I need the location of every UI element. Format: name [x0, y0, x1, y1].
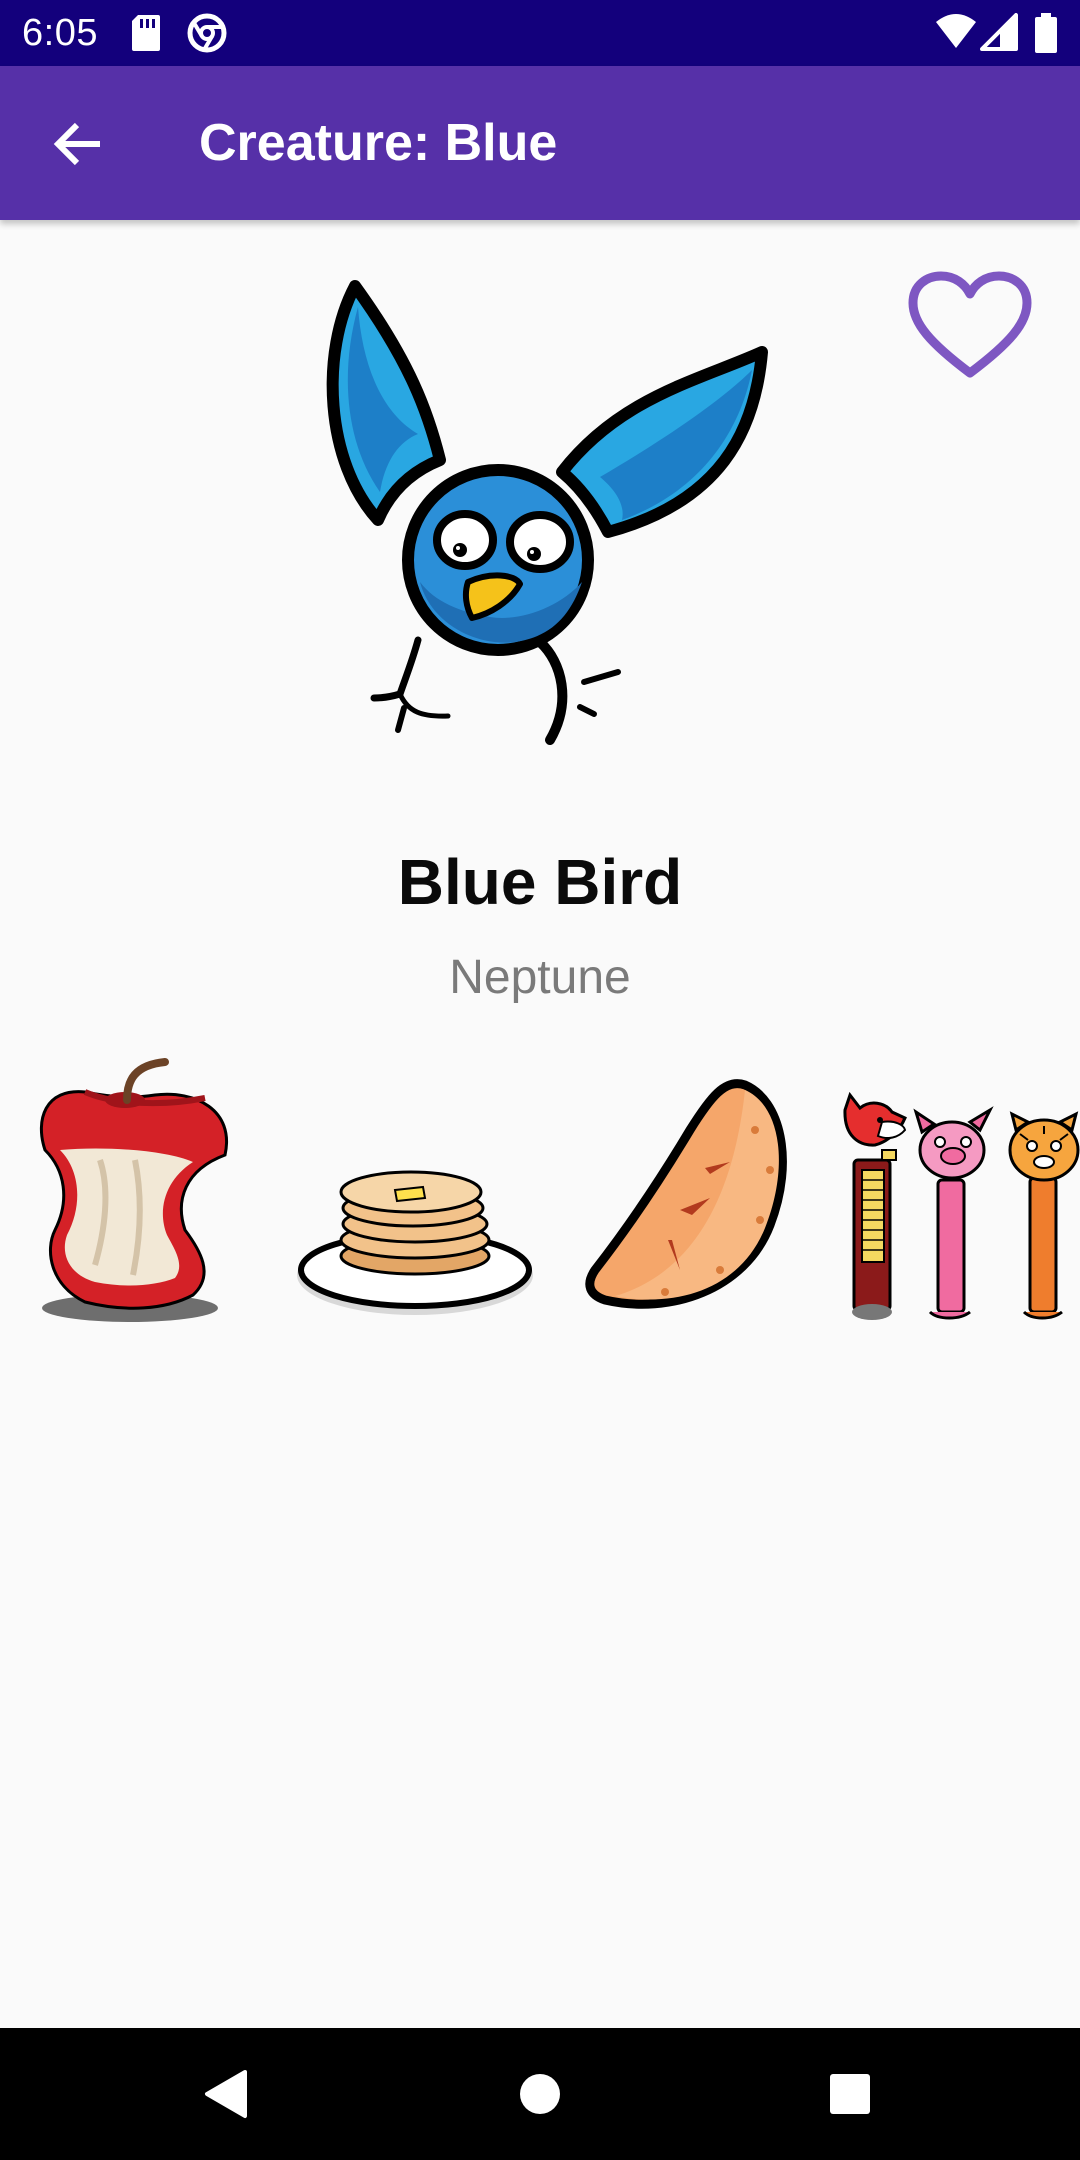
- recents-square-icon: [830, 2074, 870, 2114]
- pie-slice-icon: [585, 1079, 787, 1309]
- blue-bird-illustration: [326, 280, 768, 745]
- food-item-pie[interactable]: [580, 1050, 790, 1340]
- wifi-icon: [935, 13, 977, 56]
- app-bar: Creature: Blue: [0, 66, 1080, 220]
- system-nav-bar: [0, 2028, 1080, 2160]
- cell-signal-icon: [980, 13, 1018, 56]
- food-item-candy-dispensers[interactable]: [830, 1050, 1080, 1340]
- candy-dispensers-icon: [843, 1091, 1080, 1320]
- back-triangle-icon: [205, 2070, 247, 2118]
- favorite-button[interactable]: [905, 268, 1035, 388]
- status-bar: 6:05: [0, 0, 1080, 66]
- food-item-apple[interactable]: [25, 1050, 235, 1340]
- food-item-pancakes[interactable]: [295, 1050, 535, 1340]
- back-button[interactable]: [30, 104, 126, 184]
- food-list: [0, 1050, 1080, 1340]
- page-title: Creature: Blue: [199, 114, 558, 172]
- sd-card-icon: [130, 13, 162, 58]
- home-circle-icon: [520, 2074, 560, 2114]
- heart-outline-icon: [908, 271, 1032, 378]
- pancakes-icon: [297, 1170, 533, 1315]
- creature-planet: Neptune: [449, 951, 631, 1004]
- battery-icon: [1034, 13, 1058, 58]
- status-time: 6:05: [22, 12, 98, 54]
- nav-back-button[interactable]: [176, 2054, 276, 2134]
- creature-image: [300, 262, 780, 762]
- arrow-back-icon: [53, 122, 100, 166]
- creature-name: Blue Bird: [397, 846, 683, 918]
- nav-recents-button[interactable]: [800, 2054, 900, 2134]
- chrome-icon: [187, 13, 227, 58]
- apple-core-icon: [39, 1058, 228, 1322]
- nav-home-button[interactable]: [490, 2054, 590, 2134]
